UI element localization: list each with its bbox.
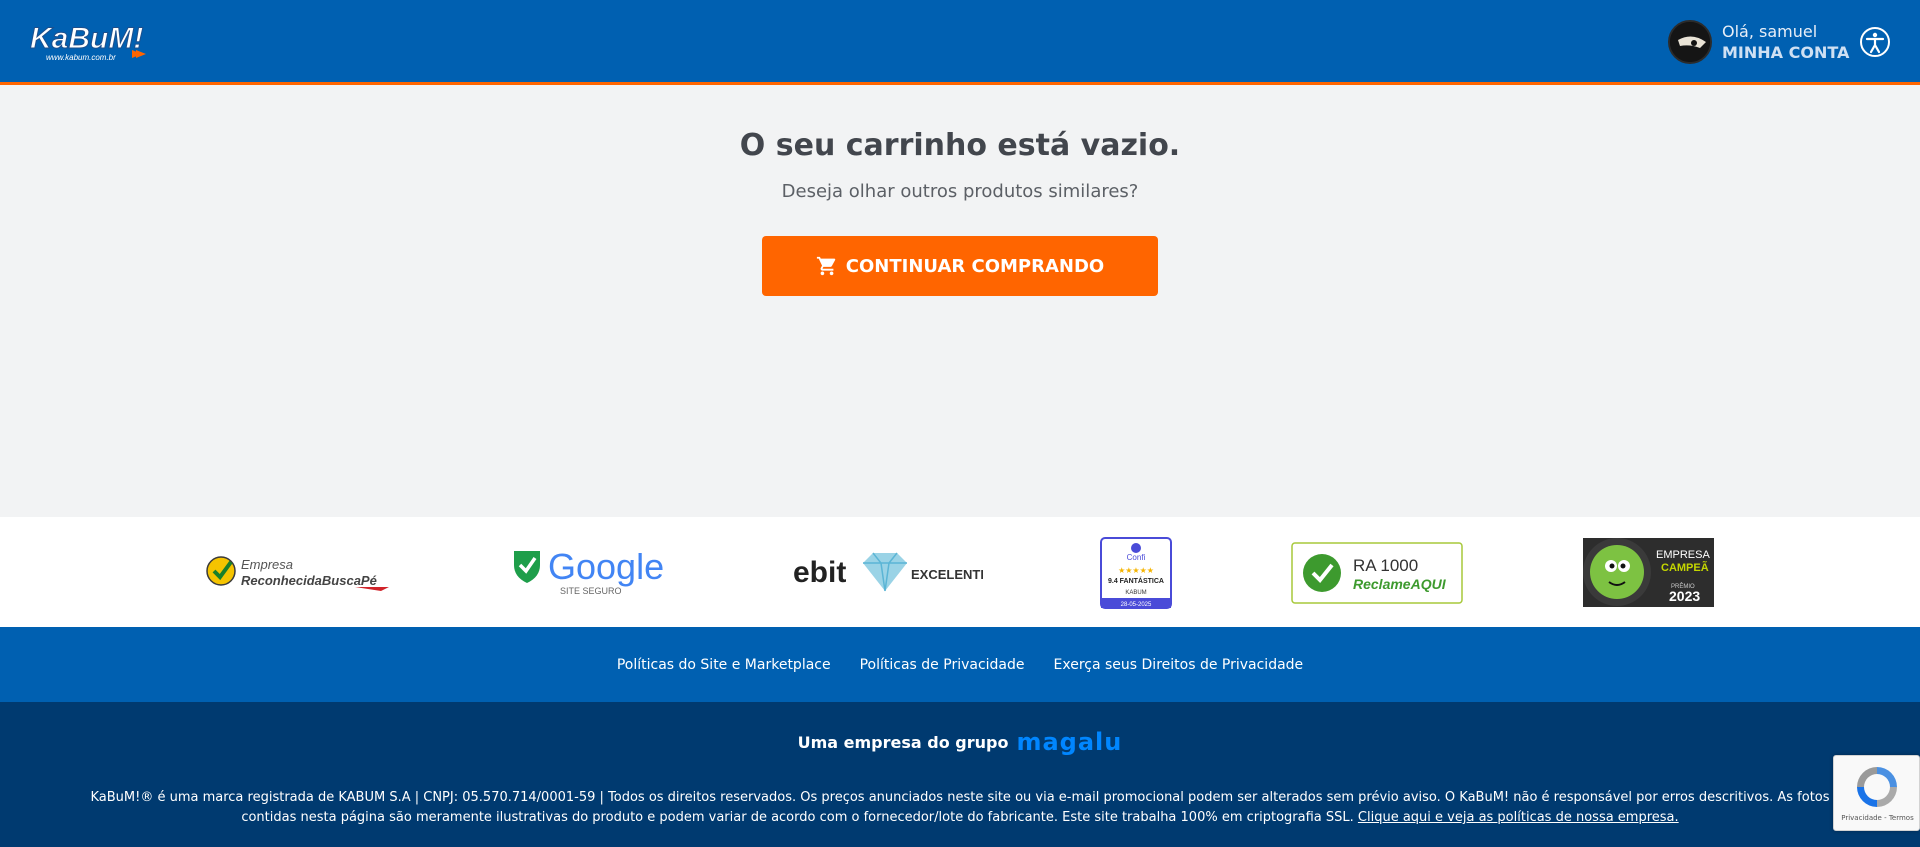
site-header: KaBuM! www.kabum.com.br Olá, samuel MINH… [0,0,1920,85]
svg-text:ReconhecidaBuscaPé: ReconhecidaBuscaPé [241,573,377,588]
svg-text:Empresa: Empresa [241,557,293,572]
buscape-seal[interactable]: Empresa ReconhecidaBuscaPé [205,551,390,591]
recaptcha-badge[interactable]: Privacidade - Termos [1833,755,1920,831]
logo-wordmark: KaBuM! [30,22,143,55]
privacy-policy-link[interactable]: Políticas de Privacidade [860,657,1025,673]
my-account-link[interactable]: MINHA CONTA [1722,42,1849,63]
svg-text:RA 1000: RA 1000 [1353,556,1418,575]
svg-text:EMPRESA: EMPRESA [1656,549,1710,561]
svg-text:Google: Google [548,547,664,587]
confi-seal[interactable]: Confi ★★★★★ 9.4 FANTÁSTICA KABUM 28-05-2… [1100,537,1172,609]
site-marketplace-policy-link[interactable]: Políticas do Site e Marketplace [617,657,831,673]
continue-shopping-button[interactable]: CONTINUAR COMPRANDO [762,236,1158,296]
svg-text:9.4 FANTÁSTICA: 9.4 FANTÁSTICA [1108,576,1164,585]
svg-text:ebit: ebit [793,556,846,589]
recaptcha-terms[interactable]: Privacidade - Termos [1834,814,1920,822]
accessibility-icon[interactable] [1859,26,1891,58]
magalu-logo[interactable]: magalu [1016,728,1122,756]
policy-links: Políticas do Site e Marketplace Política… [0,627,1920,702]
account-menu[interactable]: Olá, samuel MINHA CONTA [1668,20,1849,64]
svg-text:Confi: Confi [1127,553,1146,562]
champion-company-seal[interactable]: EMPRESA CAMPEÃ PRÊMIO 2023 [1583,538,1714,607]
cart-icon [816,256,836,276]
svg-text:28-05-2025: 28-05-2025 [1121,602,1152,608]
svg-text:ReclameAQUI: ReclameAQUI [1353,576,1447,592]
user-avatar [1668,20,1712,64]
legal-notice: KaBuM!® é uma marca registrada de KABUM … [80,788,1840,828]
trust-seals: Empresa ReconhecidaBuscaPé Google SITE S… [0,517,1920,627]
svg-text:KABUM: KABUM [1125,590,1146,596]
google-safe-seal[interactable]: Google SITE SEGURO [512,547,668,597]
site-footer: Uma empresa do grupo magalu KaBuM!® é um… [0,702,1920,847]
user-greeting: Olá, samuel [1722,22,1818,41]
ebit-seal[interactable]: ebit EXCELENTE [793,547,983,597]
empty-cart-title: O seu carrinho está vazio. [739,128,1181,163]
svg-text:EXCELENTE: EXCELENTE [911,567,983,582]
continue-shopping-label: CONTINUAR COMPRANDO [845,255,1105,277]
logo-url: www.kabum.com.br [46,53,116,62]
kabum-logo[interactable]: KaBuM! www.kabum.com.br [28,18,148,64]
group-credit-text: Uma empresa do grupo [797,732,1009,752]
svg-text:CAMPEÃ: CAMPEÃ [1661,561,1709,574]
group-credit: Uma empresa do grupo magalu [0,728,1920,756]
company-policies-link[interactable]: Clique aqui e veja as políticas de nossa… [1358,810,1679,825]
svg-text:★★★★★: ★★★★★ [1118,566,1154,575]
privacy-rights-link[interactable]: Exerça seus Direitos de Privacidade [1054,657,1304,673]
recaptcha-icon [1857,767,1897,807]
empty-cart-subtitle: Deseja olhar outros produtos similares? [781,181,1139,202]
svg-text:2023: 2023 [1669,588,1700,604]
svg-text:SITE SEGURO: SITE SEGURO [560,586,622,596]
reclame-aqui-seal[interactable]: RA 1000 ReclameAQUI [1291,542,1463,604]
